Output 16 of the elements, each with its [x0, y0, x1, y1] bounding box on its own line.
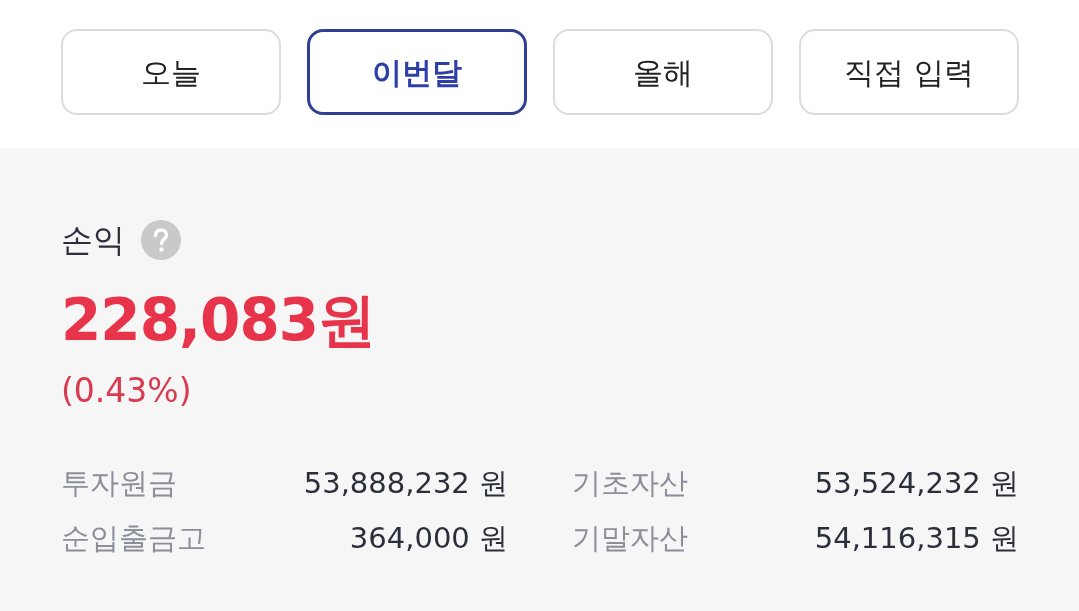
summary-label: 투자원금: [61, 465, 177, 502]
summary-label: 기초자산: [572, 465, 688, 502]
section-title: 손익: [61, 220, 125, 260]
summary-label: 기말자산: [572, 520, 688, 557]
period-tab[interactable]: 직접 입력: [799, 29, 1019, 115]
summary-value: 53,888,232 원: [303, 465, 508, 502]
summary-label: 순입출금고: [61, 520, 206, 557]
period-tab[interactable]: 이번달: [307, 29, 527, 115]
summary-value: 54,116,315 원: [814, 520, 1019, 557]
summary-value: 364,000 원: [349, 520, 508, 557]
profit-amount: 228,083원: [61, 285, 377, 355]
period-tab[interactable]: 올해: [553, 29, 773, 115]
help-icon[interactable]: [141, 220, 181, 260]
profit-rate: (0.43%): [61, 370, 193, 412]
period-tab[interactable]: 오늘: [61, 29, 281, 115]
summary-value: 53,524,232 원: [814, 465, 1019, 502]
